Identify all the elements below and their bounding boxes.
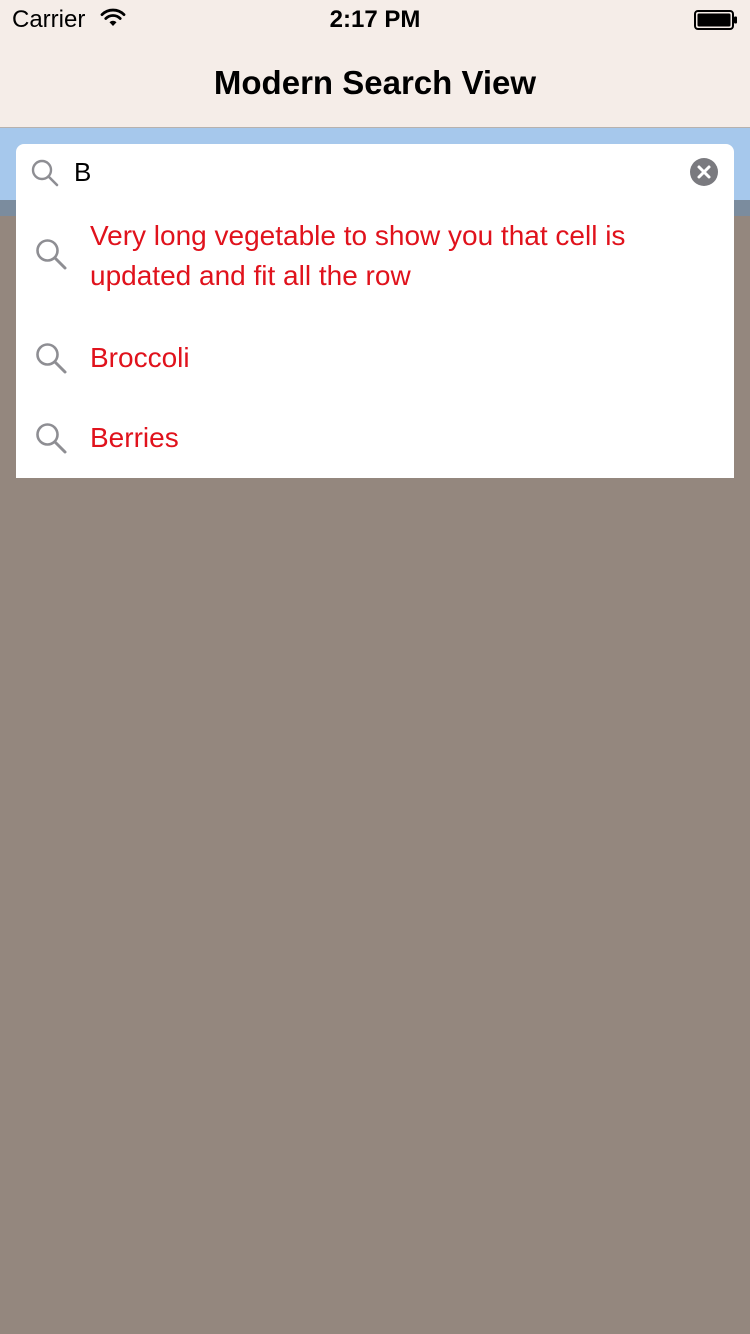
battery-icon	[694, 10, 738, 30]
result-label: Very long vegetable to show you that cel…	[90, 220, 626, 291]
results-list: Very long vegetable to show you that cel…	[16, 200, 734, 478]
search-panel: Very long vegetable to show you that cel…	[16, 144, 734, 478]
search-input[interactable]	[74, 154, 654, 190]
status-time: 2:17 PM	[329, 6, 421, 33]
clear-icon[interactable]	[689, 157, 719, 187]
search-icon	[34, 421, 68, 460]
search-field	[16, 144, 734, 200]
result-label: Broccoli	[90, 342, 190, 373]
result-row[interactable]: Very long vegetable to show you that cel…	[16, 200, 734, 322]
status-bar: Carrier 2:17 PM	[0, 0, 750, 40]
navigation-bar: Modern Search View	[0, 40, 750, 128]
search-icon	[34, 237, 68, 276]
search-icon	[30, 158, 60, 188]
page-title: Modern Search View	[213, 64, 537, 101]
result-label: Berries	[90, 422, 179, 453]
search-icon	[34, 341, 68, 380]
result-row[interactable]: Broccoli	[16, 322, 734, 402]
result-row[interactable]: Berries	[16, 402, 734, 478]
